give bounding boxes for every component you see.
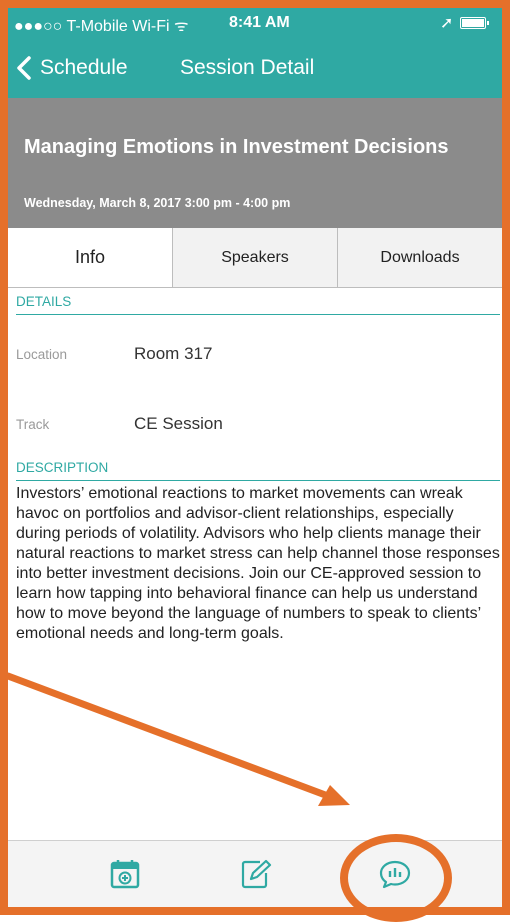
track-value: CE Session: [134, 414, 223, 433]
status-bar: ●●●○○ T-Mobile Wi-Fi ᯤ 8:41 AM ➚: [8, 8, 502, 38]
details-heading: DETAILS: [16, 289, 500, 315]
tab-bar: Info Speakers Downloads: [8, 228, 502, 288]
chevron-left-icon: [17, 56, 31, 80]
location-row: Location Room 317: [16, 344, 500, 368]
calendar-add-icon[interactable]: [108, 857, 142, 891]
page-title: Session Detail: [180, 56, 315, 79]
track-row: Track CE Session: [16, 414, 500, 438]
note-edit-icon[interactable]: [238, 857, 272, 891]
battery-tip: [487, 21, 489, 25]
tab-speakers[interactable]: Speakers: [173, 228, 338, 287]
back-label: Schedule: [40, 56, 128, 79]
tab-downloads[interactable]: Downloads: [338, 228, 502, 287]
location-label: Location: [16, 347, 68, 362]
nav-bar: Schedule Session Detail: [8, 38, 502, 98]
session-title: Managing Emotions in Investment Decision…: [24, 136, 449, 158]
description-text: Investors’ emotional reactions to market…: [16, 485, 500, 642]
location-value: Room 317: [134, 344, 213, 363]
carrier-text: ●●●○○ T-Mobile Wi-Fi ᯤ: [14, 18, 189, 35]
track-label: Track: [16, 417, 50, 432]
description-heading: DESCRIPTION: [16, 455, 500, 481]
session-datetime: Wednesday, March 8, 2017 3:00 pm - 4:00 …: [24, 196, 291, 210]
battery-icon: [460, 17, 486, 29]
tab-info[interactable]: Info: [8, 228, 173, 287]
location-arrow-icon: ➚: [440, 15, 454, 32]
status-time: 8:41 AM: [229, 14, 290, 31]
annotation-circle: [340, 834, 452, 922]
back-button[interactable]: Schedule: [16, 54, 128, 82]
session-header: Managing Emotions in Investment Decision…: [8, 98, 502, 228]
